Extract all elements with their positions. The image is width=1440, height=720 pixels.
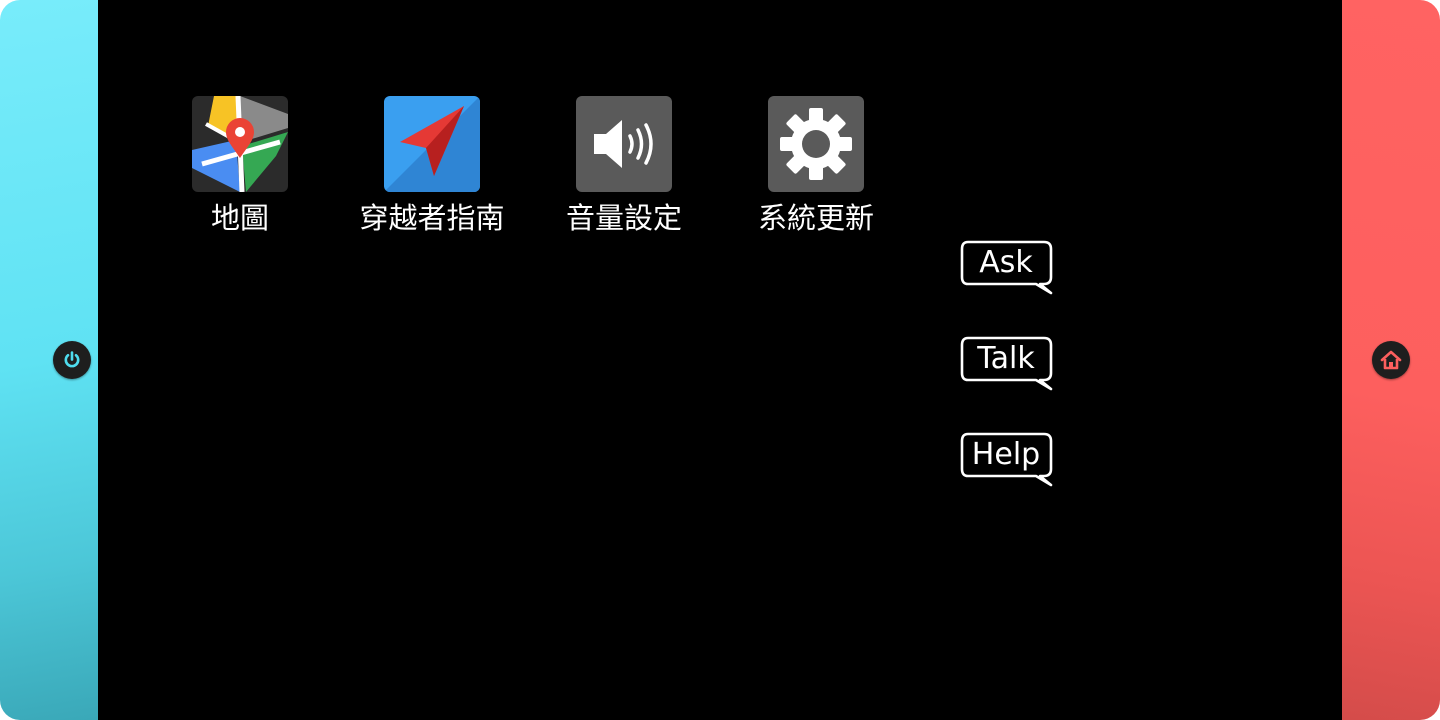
home-button[interactable] (1372, 341, 1410, 379)
gear-icon (768, 96, 864, 192)
app-icon-volume-settings (576, 96, 672, 192)
talk-bubble-button[interactable]: Talk (960, 336, 1054, 392)
left-joycon (0, 0, 98, 720)
home-icon (1380, 350, 1402, 370)
ask-label: Ask (979, 245, 1033, 280)
console-device: 地圖 穿越者指南 音量設定 系統更新 Ask Talk Help (0, 0, 1440, 720)
ask-bubble-button[interactable]: Ask (960, 240, 1054, 296)
app-label-navigation-guide: 穿越者指南 (359, 201, 505, 235)
home-screen: 地圖 穿越者指南 音量設定 系統更新 (98, 0, 1342, 720)
app-icon-map (192, 96, 288, 192)
help-label: Help (971, 437, 1041, 472)
speaker-volume-icon (576, 96, 672, 192)
app-volume-settings[interactable]: 音量設定 (524, 96, 724, 238)
app-system-update[interactable]: 系統更新 (716, 96, 916, 238)
help-bubble-button[interactable]: Help (960, 432, 1054, 488)
navigation-arrow-icon (384, 96, 480, 192)
app-label-volume-settings: 音量設定 (565, 201, 682, 235)
power-icon (64, 351, 80, 368)
right-joycon (1342, 0, 1440, 720)
app-icon-system-update (768, 96, 864, 192)
app-label-map: 地圖 (210, 201, 269, 235)
app-icon-navigation-guide (384, 96, 480, 192)
app-navigation-guide[interactable]: 穿越者指南 (332, 96, 532, 238)
app-map[interactable]: 地圖 (140, 96, 340, 238)
power-button[interactable] (53, 341, 91, 379)
talk-label: Talk (977, 341, 1035, 376)
map-pin-icon (192, 96, 288, 192)
app-label-system-update: 系統更新 (757, 201, 874, 235)
